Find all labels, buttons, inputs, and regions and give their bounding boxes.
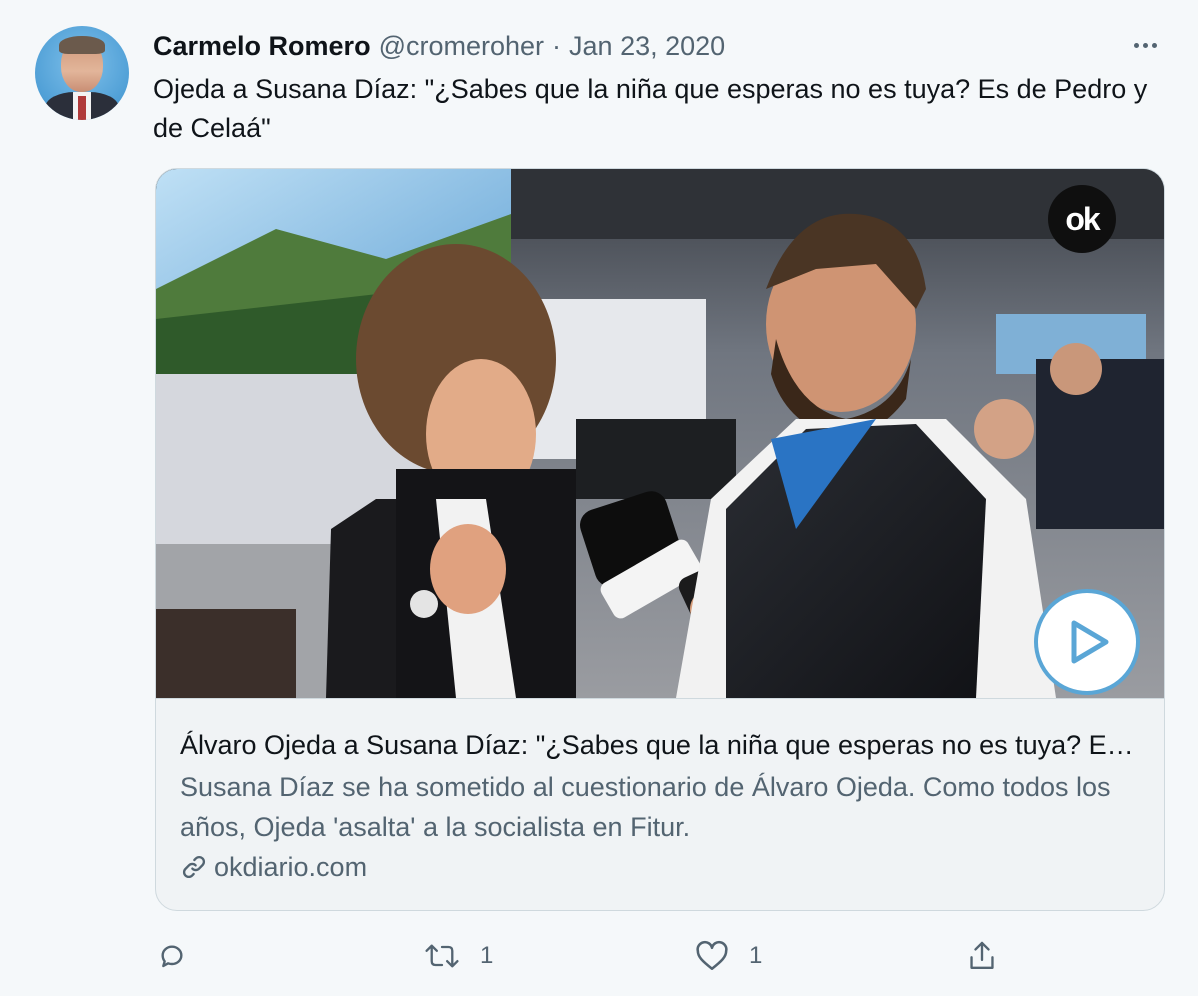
retweet-button[interactable]: 1 xyxy=(424,930,493,982)
like-button[interactable]: 1 xyxy=(695,930,762,982)
play-icon[interactable] xyxy=(1034,589,1140,695)
card-body[interactable]: Álvaro Ojeda a Susana Díaz: "¿Sabes que … xyxy=(156,698,1164,910)
retweet-count: 1 xyxy=(480,942,494,969)
link-icon xyxy=(182,855,206,879)
tweet-header: Carmelo Romero @cromeroher · Jan 23, 202… xyxy=(153,28,725,64)
like-count: 1 xyxy=(749,942,763,969)
avatar-hair xyxy=(59,36,105,54)
link-card[interactable]: ok Álvaro Ojeda a Susana Díaz: "¿Sabes q… xyxy=(155,168,1165,911)
retweet-icon xyxy=(425,944,459,968)
video-thumbnail[interactable]: ok xyxy=(156,169,1164,698)
avatar[interactable] xyxy=(35,26,129,120)
author-handle[interactable]: @cromeroher xyxy=(379,31,544,62)
video-frame xyxy=(156,169,1164,698)
reply-icon xyxy=(161,945,183,968)
author-display-name[interactable]: Carmelo Romero xyxy=(153,31,371,62)
reply-button[interactable] xyxy=(156,930,208,982)
card-link[interactable]: okdiario.com xyxy=(180,849,367,885)
card-title[interactable]: Álvaro Ojeda a Susana Díaz: "¿Sabes que … xyxy=(180,727,1140,763)
tweet-date[interactable]: Jan 23, 2020 xyxy=(569,31,725,62)
card-domain[interactable]: okdiario.com xyxy=(214,852,367,883)
header-separator: · xyxy=(552,30,562,61)
ok-logo: ok xyxy=(1048,185,1116,253)
more-icon[interactable] xyxy=(1128,30,1162,60)
tweet[interactable]: Carmelo Romero @cromeroher · Jan 23, 202… xyxy=(0,0,1198,996)
heart-icon xyxy=(696,940,728,971)
tweet-text: Ojeda a Susana Díaz: "¿Sabes que la niña… xyxy=(153,74,1148,143)
avatar-tie xyxy=(78,96,86,120)
action-bar: 1 1 xyxy=(0,930,1198,982)
share-icon xyxy=(970,941,994,969)
card-description: Susana Díaz se ha sometido al cuestionar… xyxy=(180,772,1111,842)
share-button[interactable] xyxy=(966,930,1018,982)
